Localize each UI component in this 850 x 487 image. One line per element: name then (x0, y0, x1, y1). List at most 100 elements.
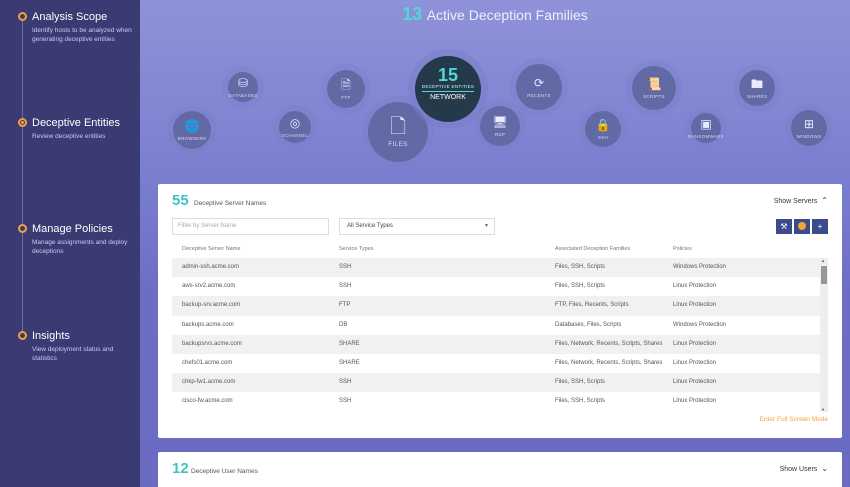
step-title: Analysis Scope (32, 11, 108, 23)
family-browsers[interactable]: 🌐 BROWSERS (173, 111, 211, 149)
family-ransomware[interactable]: ▣ RANSOMWARE (687, 113, 725, 143)
table-row[interactable]: backup-srv.acme.com FTP FTP, Files, Recent… (172, 296, 820, 316)
user-names-card: 12 Deceptive User Names Show Users ⌄ (158, 452, 842, 487)
family-ssh[interactable]: 🔒 SSH (585, 111, 621, 147)
scroll-up-icon[interactable]: ▲ (821, 258, 825, 263)
step-description: Manage assignments and deploy deceptions (32, 239, 128, 255)
family-label: SCRIPTS (643, 94, 665, 99)
sidebar-step-deceptive-entities[interactable]: Deceptive Entities Review deceptive enti… (18, 116, 136, 142)
sidebar-step-manage-policies[interactable]: Manage Policies Manage assignments and d… (18, 222, 136, 256)
service-type-select[interactable]: All Service Types ▼ (339, 218, 495, 235)
family-shares[interactable]: 🖿 SHARES (739, 70, 775, 106)
family-recents[interactable]: ⟳ RECENTS (516, 64, 562, 110)
select-value: All Service Types (347, 223, 393, 229)
family-label: SCHANNEL (281, 133, 309, 138)
family-label: SSH (597, 135, 609, 140)
user-card-title: Deceptive User Names (191, 468, 258, 475)
family-count: 13 (402, 4, 423, 24)
family-rdp[interactable]: 🖥 RDP (480, 106, 520, 146)
column-header-service[interactable]: Service Types (339, 246, 373, 252)
history-icon: ⟳ (533, 76, 545, 90)
server-table: admin-ssh.acme.com SSH Files, SSH, Scripts… (172, 258, 820, 412)
server-card-title: Deceptive Server Names (194, 200, 267, 207)
family-label: SHARES (746, 94, 768, 99)
entity-count: 15 (437, 65, 459, 85)
ransomware-icon: ▣ (700, 117, 712, 131)
family-title: Active Deception Families (426, 7, 588, 23)
sidebar-step-analysis-scope[interactable]: Analysis Scope Identify hosts to be anal… (18, 10, 136, 44)
family-label: RECENTS (527, 93, 551, 98)
family-files[interactable]: 🗋 FILES (368, 102, 428, 162)
table-row[interactable]: chefs01.acme.com SHARE Files, Network, Rec… (172, 354, 820, 373)
edit-tool-button[interactable]: ⚒ (776, 219, 792, 234)
table-scrollbar[interactable]: ▲ ▼ (820, 258, 828, 412)
page-title: 13 Active Deception Families (140, 4, 850, 25)
table-row[interactable]: cisco-fw.acme.com SSH Files, SSH, Scripts L… (172, 392, 820, 411)
script-icon: 📜 (646, 77, 662, 91)
family-scripts[interactable]: 📜 SCRIPTS (632, 66, 676, 110)
table-row[interactable]: aws-srv2.acme.com SSH Files, SSH, Scripts L… (172, 277, 820, 296)
status-tool-button[interactable] (794, 219, 810, 234)
family-label: RANSOMWARE (687, 134, 725, 139)
family-label: RDP (494, 132, 506, 137)
chevron-up-icon: ⌃ (821, 196, 828, 205)
family-schannel[interactable]: ◎ SCHANNEL (279, 111, 311, 143)
toolbar: ⚒ + (776, 219, 828, 234)
step-description: Review deceptive entities (32, 133, 106, 140)
step-title: Deceptive Entities (32, 117, 121, 129)
show-servers-toggle[interactable]: Show Servers ⌃ (774, 196, 828, 205)
add-button[interactable]: + (812, 219, 828, 234)
step-indicator-icon (18, 12, 27, 21)
family-label: BROWSERS (177, 136, 207, 141)
user-count: 12 (172, 460, 189, 477)
server-filter-input[interactable]: Filter by Server Name (172, 218, 329, 235)
scroll-down-icon[interactable]: ▼ (821, 407, 825, 412)
family-network-selected[interactable]: 15 DECEPTIVE ENTITIES NETWORK (415, 56, 481, 122)
toggle-label: Show Servers (773, 198, 818, 205)
column-header-server[interactable]: Deceptive Server Name (182, 246, 240, 252)
monitor-icon: 🖥 (492, 115, 508, 129)
database-icon: ⛁ (237, 76, 249, 90)
toggle-label: Show Users (779, 466, 818, 473)
server-count: 55 (172, 192, 189, 209)
family-windows[interactable]: ⊞ WINDOWS (791, 110, 827, 146)
chevron-down-icon: ⌄ (821, 464, 828, 473)
sidebar-step-insights[interactable]: Insights View deployment status and stat… (18, 329, 136, 363)
chevron-down-icon: ▼ (484, 223, 489, 229)
family-label: WINDOWS (796, 134, 822, 139)
server-names-card: 55 Deceptive Server Names Show Servers ⌃ … (158, 184, 842, 438)
step-description: View deployment status and statistics (32, 346, 114, 362)
table-row[interactable]: backups.acme.com DB Databases, Files, Scri… (172, 316, 820, 335)
globe-icon: 🌐 (184, 119, 200, 133)
table-row[interactable]: admin-ssh.acme.com SSH Files, SSH, Scripts… (172, 258, 820, 278)
step-description: Identify hosts to be analyzed when gener… (32, 27, 132, 43)
table-row[interactable]: backupsrvs.acme.com SHARE Files, Network, … (172, 334, 820, 354)
step-title: Insights (32, 330, 70, 342)
step-indicator-active-icon (18, 118, 27, 127)
folder-icon: 🖿 (750, 77, 763, 91)
column-header-policies[interactable]: Policies (673, 246, 692, 252)
file-icon: 🗋 (389, 116, 407, 138)
family-label: FILES (388, 141, 408, 148)
table-header: Deceptive Server Name Service Types Asso… (172, 246, 828, 256)
column-header-families[interactable]: Associated Deception Families (555, 246, 630, 252)
step-title: Manage Policies (32, 223, 113, 235)
family-label: FTP (341, 95, 351, 100)
schannel-icon: ◎ (289, 116, 301, 130)
family-ftp[interactable]: 🗎 FTP (327, 70, 365, 108)
scroll-thumb[interactable] (821, 266, 827, 284)
selected-family-label: NETWORK (430, 94, 466, 101)
full-screen-link[interactable]: Enter Full Screen Mode (760, 416, 828, 423)
family-label: DATABASES (228, 93, 258, 98)
show-users-toggle[interactable]: Show Users ⌄ (780, 464, 828, 473)
table-row[interactable]: chkp-fw1.acme.com SSH Files, SSH, Scripts L… (172, 373, 820, 393)
lock-icon: 🔒 (595, 118, 611, 132)
sidebar-progress-line (22, 18, 23, 338)
divider (422, 91, 474, 92)
step-indicator-icon (18, 331, 27, 340)
family-databases[interactable]: ⛁ DATABASES (228, 72, 258, 102)
entity-subtitle: DECEPTIVE ENTITIES (421, 84, 475, 89)
ftp-icon: 🗎 (341, 78, 351, 92)
step-indicator-icon (18, 224, 27, 233)
status-icon (798, 221, 806, 230)
